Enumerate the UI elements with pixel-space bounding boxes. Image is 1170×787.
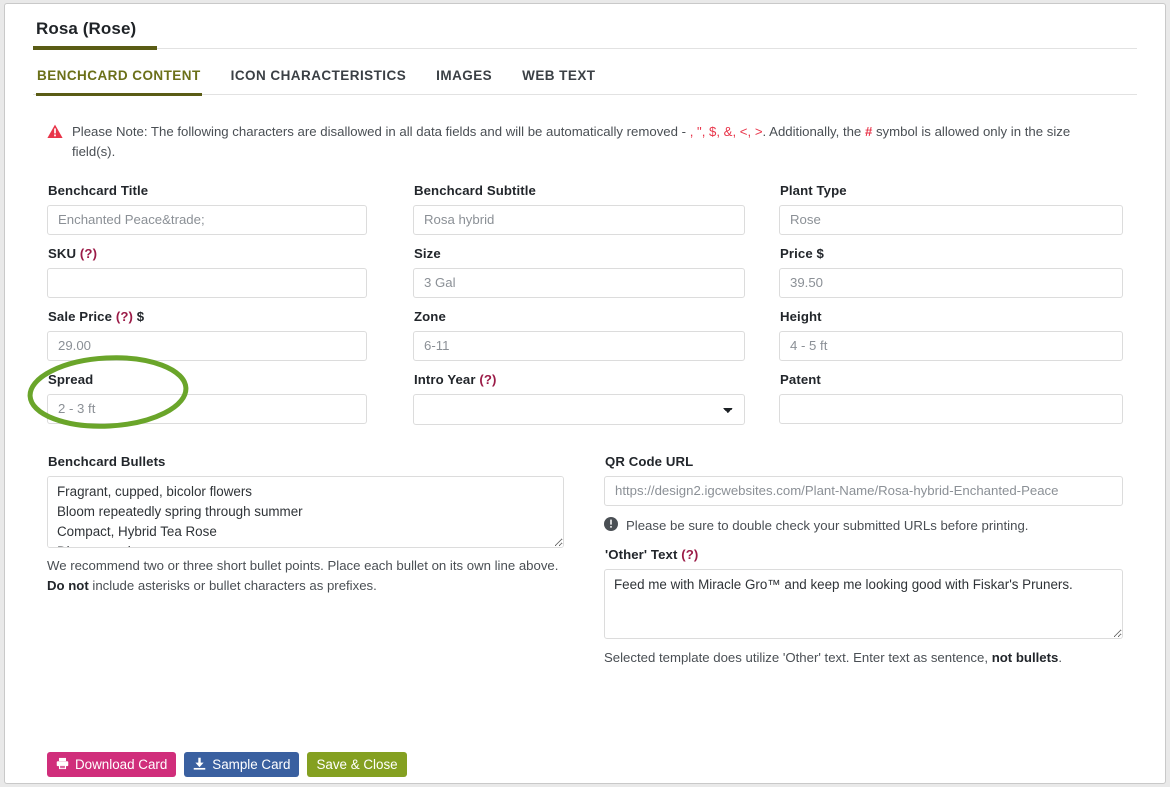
qr-url-note: Please be sure to double check your subm…	[604, 516, 1123, 534]
label-benchcard-title: Benchcard Title	[48, 182, 149, 198]
field-sku: SKU (?)	[47, 246, 391, 298]
label-sku-text: SKU	[48, 245, 77, 261]
bullets-helper-text: We recommend two or three short bullet p…	[47, 556, 559, 596]
label-zone: Zone	[414, 308, 446, 324]
label-sale-price-suffix: $	[136, 308, 145, 324]
intro-year-help-icon[interactable]: (?)	[479, 372, 496, 387]
page-title: Rosa (Rose)	[36, 19, 137, 38]
label-height: Height	[780, 308, 822, 324]
height-input[interactable]	[779, 330, 1123, 361]
page-inner: Rosa (Rose) BENCHCARD CONTENT ICON CHARA…	[5, 4, 1165, 777]
other-text-helper: Selected template does utilize 'Other' t…	[604, 648, 1123, 668]
info-circle-icon	[604, 516, 618, 534]
bullets-helper-part-2: include asterisks or bullet characters a…	[88, 577, 377, 593]
tab-benchcard-content[interactable]: BENCHCARD CONTENT	[36, 68, 202, 96]
note-part-1: Please Note: The following characters ar…	[72, 124, 690, 139]
printer-icon	[56, 757, 69, 772]
bullets-helper-part-1: We recommend two or three short bullet p…	[47, 557, 559, 573]
label-size: Size	[414, 245, 441, 261]
bullets-helper-bold: Do not	[47, 577, 89, 593]
form-row-2: SKU (?) Size Price $	[47, 246, 1123, 298]
field-benchcard-subtitle: Benchcard Subtitle	[413, 183, 757, 235]
intro-year-select[interactable]	[413, 393, 745, 425]
price-input[interactable]	[779, 267, 1123, 298]
sale-price-input[interactable]	[47, 330, 367, 361]
label-other-text-text: 'Other' Text	[605, 546, 678, 562]
field-zone: Zone	[413, 309, 757, 361]
tab-icon-characteristics[interactable]: ICON CHARACTERISTICS	[230, 68, 408, 94]
field-patent: Patent	[779, 372, 1123, 425]
save-and-close-label: Save & Close	[316, 756, 398, 772]
note-text: Please Note: The following characters ar…	[72, 122, 1114, 163]
benchcard-form: Benchcard Title Benchcard Subtitle Plant…	[33, 163, 1137, 425]
disallowed-characters-note: Please Note: The following characters ar…	[33, 95, 1128, 163]
lower-section: Benchcard Bullets We recommend two or th…	[33, 436, 1137, 668]
other-helper-part-1: Selected template does utilize 'Other' t…	[604, 649, 992, 665]
tab-web-text[interactable]: WEB TEXT	[521, 68, 596, 94]
sale-price-help-icon[interactable]: (?)	[116, 309, 133, 324]
sample-card-button[interactable]: Sample Card	[184, 752, 300, 777]
download-card-label: Download Card	[75, 756, 168, 772]
zone-input[interactable]	[413, 330, 745, 361]
warning-triangle-icon	[47, 124, 63, 145]
sku-help-icon[interactable]: (?)	[80, 246, 97, 261]
sku-input[interactable]	[47, 267, 367, 298]
benchcard-subtitle-input[interactable]	[413, 204, 745, 235]
title-underline	[33, 46, 1137, 50]
note-disallowed-chars: , ", $, &, <, >	[689, 124, 763, 139]
tab-bar: BENCHCARD CONTENT ICON CHARACTERISTICS I…	[33, 49, 1137, 96]
label-plant-type: Plant Type	[780, 182, 847, 198]
patent-input[interactable]	[779, 393, 1123, 424]
label-sale-price-text: Sale Price	[48, 308, 113, 324]
label-other-text: 'Other' Text (?)	[605, 547, 1123, 562]
other-helper-part-2: .	[1058, 649, 1063, 665]
field-price: Price $	[779, 246, 1123, 298]
other-text-group: 'Other' Text (?) Selected template does …	[604, 547, 1123, 668]
bullets-column: Benchcard Bullets We recommend two or th…	[47, 454, 592, 668]
qr-code-url-input[interactable]	[604, 475, 1123, 506]
field-spread: Spread	[47, 372, 391, 425]
sample-card-label: Sample Card	[212, 756, 291, 772]
other-text-help-icon[interactable]: (?)	[681, 547, 698, 562]
label-qr-code-url: QR Code URL	[605, 453, 694, 469]
form-row-1: Benchcard Title Benchcard Subtitle Plant…	[47, 183, 1123, 235]
field-height: Height	[779, 309, 1123, 361]
download-icon	[193, 757, 206, 772]
qr-other-column: QR Code URL Please be sure to double che…	[604, 454, 1123, 668]
benchcard-title-input[interactable]	[47, 204, 367, 235]
other-helper-bold: not bullets	[991, 649, 1059, 665]
field-size: Size	[413, 246, 757, 298]
download-card-button[interactable]: Download Card	[47, 752, 177, 777]
label-sku: SKU (?)	[48, 246, 391, 261]
form-row-4: Spread Intro Year (?) Patent	[47, 372, 1123, 425]
form-row-3: Sale Price (?) $ Zone Height	[47, 309, 1123, 361]
plant-type-input[interactable]	[779, 204, 1123, 235]
tab-images[interactable]: IMAGES	[435, 68, 493, 94]
size-input[interactable]	[413, 267, 745, 298]
note-part-2: . Additionally, the	[762, 124, 865, 139]
save-and-close-button[interactable]: Save & Close	[307, 752, 407, 777]
label-sale-price: Sale Price (?) $	[48, 309, 391, 324]
label-intro-year-text: Intro Year	[414, 371, 476, 387]
field-benchcard-title: Benchcard Title	[47, 183, 391, 235]
label-benchcard-bullets: Benchcard Bullets	[48, 453, 166, 469]
benchcard-editor-window: Rosa (Rose) BENCHCARD CONTENT ICON CHARA…	[4, 3, 1166, 784]
action-button-bar: Download Card Sample Card Save & Close	[47, 752, 407, 777]
field-sale-price: Sale Price (?) $	[47, 309, 391, 361]
label-intro-year: Intro Year (?)	[414, 372, 757, 387]
spread-input[interactable]	[47, 393, 367, 424]
other-text-textarea[interactable]	[604, 568, 1123, 639]
label-spread: Spread	[48, 371, 94, 387]
label-benchcard-subtitle: Benchcard Subtitle	[414, 182, 536, 198]
label-price: Price $	[780, 245, 824, 261]
benchcard-bullets-textarea[interactable]	[47, 475, 564, 548]
label-patent: Patent	[780, 371, 821, 387]
qr-url-note-text: Please be sure to double check your subm…	[626, 517, 1029, 533]
field-plant-type: Plant Type	[779, 183, 1123, 235]
field-intro-year: Intro Year (?)	[413, 372, 757, 425]
